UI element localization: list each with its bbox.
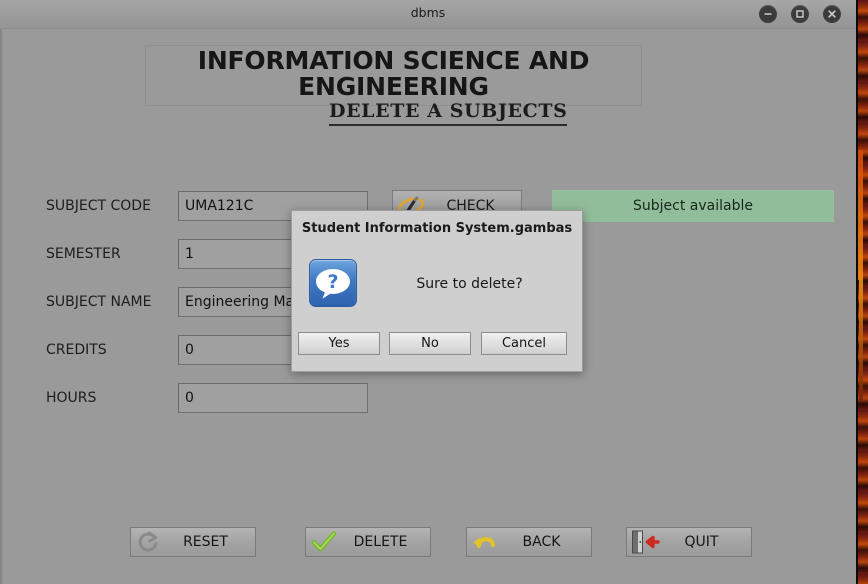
application-window: dbms INFORMATION SCIENCE AND ENGINEERING… <box>0 0 856 584</box>
page-title: INFORMATION SCIENCE AND ENGINEERING <box>145 45 642 106</box>
dialog-message: Sure to delete? <box>416 276 523 292</box>
question-speech-bubble-icon: ? <box>309 259 357 307</box>
quit-button[interactable]: QUIT <box>626 527 752 557</box>
back-button[interactable]: BACK <box>466 527 592 557</box>
close-icon[interactable] <box>823 5 841 23</box>
dialog-yes-button[interactable]: Yes <box>298 332 380 355</box>
screen: dbms INFORMATION SCIENCE AND ENGINEERING… <box>0 0 868 584</box>
reset-button-label: RESET <box>183 534 228 550</box>
input-hours[interactable] <box>178 383 368 413</box>
label-hours: HOURS <box>46 390 97 406</box>
dialog-cancel-button[interactable]: Cancel <box>481 332 567 355</box>
back-button-label: BACK <box>522 534 561 550</box>
label-subject-name: SUBJECT NAME <box>46 294 152 310</box>
minimize-icon[interactable] <box>759 5 777 23</box>
reset-button[interactable]: RESET <box>130 527 256 557</box>
window-title: dbms <box>410 5 446 20</box>
label-subject-code: SUBJECT CODE <box>46 198 151 214</box>
delete-button[interactable]: DELETE <box>305 527 431 557</box>
page-subtitle: DELETE A SUBJECTS <box>329 100 568 126</box>
delete-button-label: DELETE <box>353 534 408 550</box>
maximize-icon[interactable] <box>791 5 809 23</box>
label-semester: SEMESTER <box>46 246 121 262</box>
window-titlebar: dbms <box>0 0 856 29</box>
exit-door-red-arrow-icon <box>630 529 660 555</box>
status-badge: Subject available <box>552 190 834 222</box>
wallpaper-accent-band <box>859 280 863 400</box>
dialog-no-button[interactable]: No <box>389 332 471 355</box>
yellow-undo-arrow-icon <box>470 529 500 555</box>
desktop-wallpaper-strip <box>856 0 868 584</box>
label-credits: CREDITS <box>46 342 107 358</box>
window-edge-shadow <box>856 0 858 584</box>
refresh-circular-arrow-icon <box>134 529 164 555</box>
svg-text:?: ? <box>327 271 338 293</box>
quit-button-label: QUIT <box>684 534 719 550</box>
status-badge-label: Subject available <box>633 198 753 214</box>
green-check-icon <box>309 529 339 555</box>
dialog-title: Student Information System.gambas <box>301 221 573 236</box>
wallpaper-accent-band <box>858 150 863 280</box>
